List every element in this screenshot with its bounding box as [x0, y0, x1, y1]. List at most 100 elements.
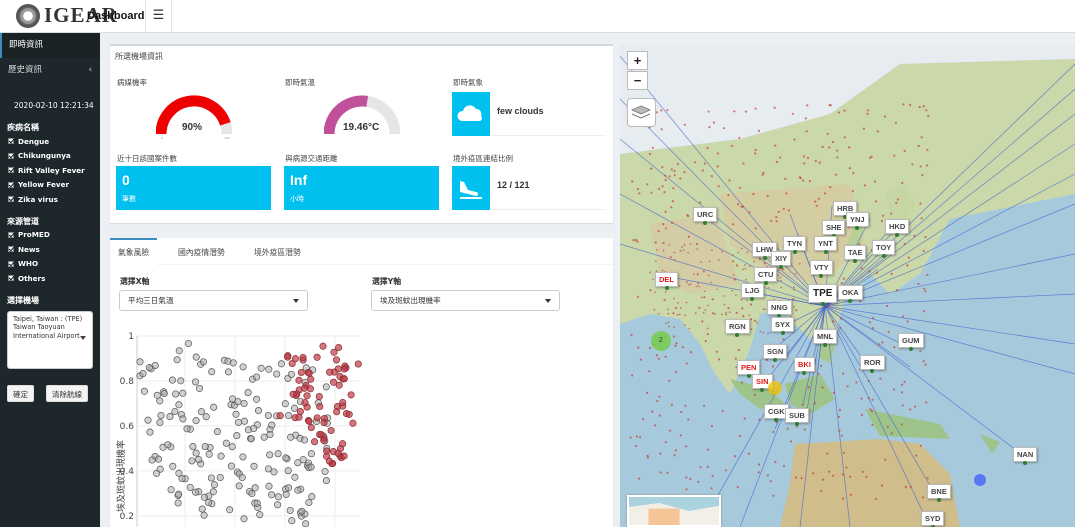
airport-label-sgn[interactable]: SGN [763, 344, 788, 362]
outbreak-dot [838, 408, 841, 411]
disease-checkbox[interactable]: Rift Valley Fever [0, 163, 100, 178]
airport-label-she[interactable]: SHE [822, 220, 846, 238]
outbreak-dot [668, 175, 671, 178]
disease-checkbox[interactable]: Chikungunya [0, 149, 100, 164]
airport-label-ctu[interactable]: CTU [754, 267, 778, 285]
outbreak-dot [795, 309, 798, 312]
airport-label-oka[interactable]: OKA [838, 285, 863, 303]
flight-map[interactable]: + − URC DEL TPE HRB YNJ SHE HKD TYN YNT TAE TOY LHW… [620, 44, 1075, 527]
outbreak-dot [759, 330, 762, 333]
airport-label-bki[interactable]: BKI [794, 357, 815, 375]
airport-label-sub[interactable]: SUB [785, 408, 809, 426]
distance-value: Inf [290, 172, 308, 188]
outbreak-dot [773, 106, 776, 109]
outbreak-dot [676, 162, 679, 165]
outbreak-dot [901, 315, 905, 318]
outbreak-dot [880, 219, 883, 222]
marker-cluster[interactable]: 2 [651, 331, 671, 351]
outbreak-dot [801, 403, 804, 406]
airport-label-gum[interactable]: GUM [898, 333, 924, 351]
tab-domestic-potential[interactable]: 國內疫情潛勢 [170, 238, 233, 265]
outbreak-dot [730, 144, 734, 147]
y-tick-label: 0.6 [120, 422, 135, 432]
disease-checkbox[interactable]: Dengue [0, 134, 100, 149]
x-axis-select[interactable]: 平均三日氣溫 [119, 290, 308, 311]
disease-checkbox[interactable]: Yellow Fever [0, 178, 100, 193]
source-checkbox[interactable]: ProMED [0, 228, 100, 243]
outbreak-dot [918, 106, 921, 109]
sidebar-item-history[interactable]: 歷史資訊 ‹ [0, 58, 100, 83]
outbreak-dot [781, 268, 785, 271]
temperature-gauge [324, 95, 400, 135]
outbreak-dot [842, 372, 845, 375]
outbreak-dot [895, 201, 898, 205]
scatter-point [266, 430, 274, 439]
airport-label-ljg[interactable]: LJG [741, 283, 764, 301]
airport-label-nng[interactable]: NNG [767, 300, 792, 318]
zoom-in-button[interactable]: + [627, 51, 648, 70]
outbreak-dot [657, 187, 661, 190]
airport-label-ynj[interactable]: YNJ [846, 212, 869, 230]
outbreak-dot [772, 430, 775, 433]
confirm-button[interactable]: 確定 [7, 384, 34, 402]
outbreak-dot [867, 397, 870, 400]
airport-label-bne[interactable]: BNE [927, 484, 951, 502]
outbreak-dot [906, 264, 909, 267]
scatter-point [240, 399, 248, 408]
airport-label-tpe[interactable]: TPE [808, 284, 838, 306]
airport-label-rgn[interactable]: RGN [725, 319, 750, 337]
source-checkbox[interactable]: WHO [0, 257, 100, 272]
outbreak-dot [769, 480, 772, 483]
disease-checkbox[interactable]: Zika virus [0, 192, 100, 207]
airport-label-syx[interactable]: SYX [771, 317, 795, 335]
outbreak-dot [757, 471, 760, 474]
sidebar-toggle-button[interactable]: ☰ [145, 0, 172, 33]
y-axis-select[interactable]: 埃及斑蚊出現機率 [371, 290, 560, 311]
scatter-point [188, 457, 196, 465]
layers-button[interactable] [627, 98, 656, 127]
outbreak-dot [753, 393, 756, 396]
airport-label-ror[interactable]: ROR [860, 355, 885, 373]
outbreak-dot [767, 287, 770, 289]
airport-label-tae[interactable]: TAE [844, 245, 867, 263]
scatter-point [295, 376, 303, 384]
outbreak-dot [914, 405, 917, 408]
tab-bar: 氣象風險 國內疫情潛勢 境外疫區潛勢 [110, 238, 613, 265]
minimap[interactable] [627, 495, 721, 527]
marker-cluster-small[interactable] [768, 381, 782, 395]
sidebar-item-realtime[interactable]: 即時資訊 [0, 33, 100, 58]
airport-label-del[interactable]: DEL [655, 272, 678, 290]
scatter-point [284, 484, 293, 492]
source-checkbox[interactable]: News [0, 242, 100, 257]
scatter-point [247, 435, 255, 443]
outbreak-dot [682, 249, 685, 252]
tab-weather-risk[interactable]: 氣象風險 [110, 238, 158, 265]
airport-label-tyn[interactable]: TYN [783, 236, 806, 254]
outbreak-dot [655, 111, 658, 114]
airport-label-urc[interactable]: URC [693, 207, 718, 225]
airport-label-nan[interactable]: NAN [1013, 447, 1038, 465]
airport-label-hkd[interactable]: HKD [885, 219, 910, 237]
tab-overseas-potential[interactable]: 境外疫區潛勢 [246, 238, 309, 265]
scatter-point [156, 397, 164, 405]
clear-routes-button[interactable]: 清除航線 [46, 384, 88, 402]
airport-select[interactable]: Taipei, Taiwan : (TPE) Taiwan Taoyuan In… [7, 310, 93, 369]
outbreak-dot [782, 338, 785, 341]
airport-label-mnl[interactable]: MNL [813, 329, 838, 347]
source-checkbox[interactable]: Others [0, 271, 100, 286]
airport-label-syd[interactable]: SYD [921, 511, 945, 527]
airport-label-pen[interactable]: PEN [737, 360, 761, 378]
disease-label: Rift Valley Fever [18, 165, 85, 175]
outbreak-dot [792, 298, 795, 301]
airport-label-toy[interactable]: TOY [872, 240, 896, 258]
zoom-out-button[interactable]: − [627, 71, 648, 90]
outbreak-dot [699, 466, 702, 469]
outbreak-dot [835, 173, 838, 176]
outbreak-dot [664, 355, 667, 358]
airport-label-ynt[interactable]: YNT [814, 236, 837, 254]
airport-label-xiy[interactable]: XIY [771, 251, 792, 269]
outbreak-dot [868, 321, 871, 324]
outbreak-dot [715, 350, 718, 353]
outbreak-dot [670, 206, 673, 209]
airport-label-vty[interactable]: VTY [810, 260, 833, 278]
